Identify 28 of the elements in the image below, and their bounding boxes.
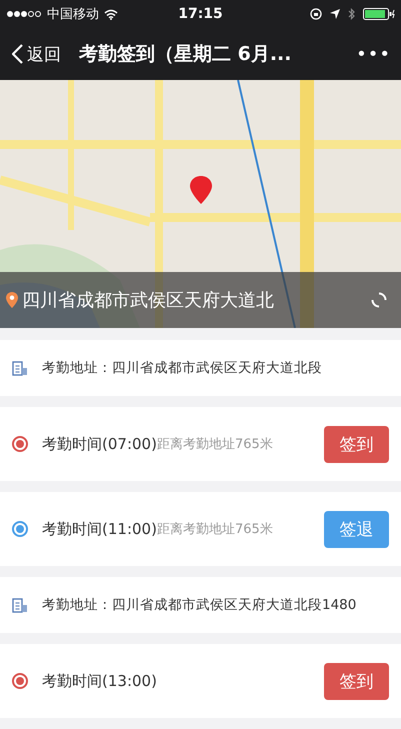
page-title: 考勤签到（星期二 6月... [79,42,292,67]
distance-text: 距离考勤地址765米 [156,436,273,453]
wifi-icon [104,8,118,20]
attendance-time: 考勤时间(13:00) [42,672,157,690]
building-icon [12,360,28,376]
distance-text: 距离考勤地址765米 [156,521,273,538]
battery-icon [363,8,396,20]
signal-icon [6,10,42,18]
map-address: 四川省成都市武侯区天府大道北 [22,289,274,312]
bluetooth-icon [348,8,356,20]
check-button[interactable]: 签到 [324,426,389,462]
carrier-name: 中国移动 [47,6,99,23]
attendance-time: 考勤时间(11:00) [42,520,157,538]
status-time: 17:15 [178,6,223,22]
attendance-address: 考勤地址：四川省成都市武侯区天府大道北段 [42,359,322,377]
attendance-address: 考勤地址：四川省成都市武侯区天府大道北段1480 [42,596,356,614]
more-button[interactable]: ••• [356,44,391,64]
check-button[interactable]: 签到 [324,662,389,700]
refresh-icon[interactable] [371,292,387,308]
location-pin-icon [6,292,18,308]
attendance-time: 考勤时间(07:00) [42,434,157,454]
map-pin-icon [190,176,212,204]
check-button[interactable]: 签退 [324,510,389,548]
back-button[interactable]: 返回 [12,42,61,66]
chevron-left-icon [12,44,23,64]
rotation-lock-icon [310,8,322,20]
building-icon [12,598,28,612]
location-arrow-icon [330,9,340,19]
